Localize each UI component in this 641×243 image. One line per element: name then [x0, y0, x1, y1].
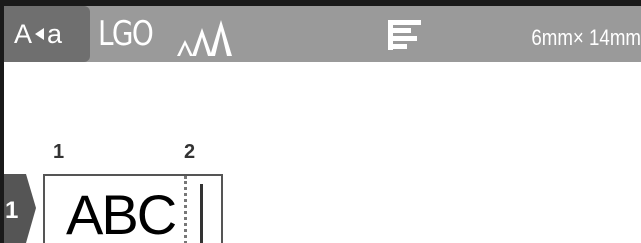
- align-left-icon: [388, 20, 421, 50]
- block-number-1: 1: [53, 141, 65, 163]
- status-bar: A a LGO 6mm× 14mm: [4, 6, 641, 62]
- font-indicator: LGO: [98, 14, 154, 54]
- mode-arrow-icon: [35, 28, 45, 40]
- line-number: 1: [5, 197, 19, 224]
- lcd-screen: A a LGO 6mm× 14mm 1 2 1 ABC: [4, 6, 641, 243]
- character-size-icon: [177, 20, 232, 56]
- input-mode-upper: A: [14, 19, 32, 49]
- text-cursor: [200, 184, 203, 243]
- label-text: ABC: [66, 183, 177, 243]
- tape-size-indicator: 6mm× 14mm: [531, 25, 641, 50]
- block-divider: [184, 176, 187, 243]
- input-mode-indicator: A a: [4, 6, 90, 62]
- input-mode-lower: a: [47, 19, 62, 49]
- block-number-2: 2: [184, 141, 196, 163]
